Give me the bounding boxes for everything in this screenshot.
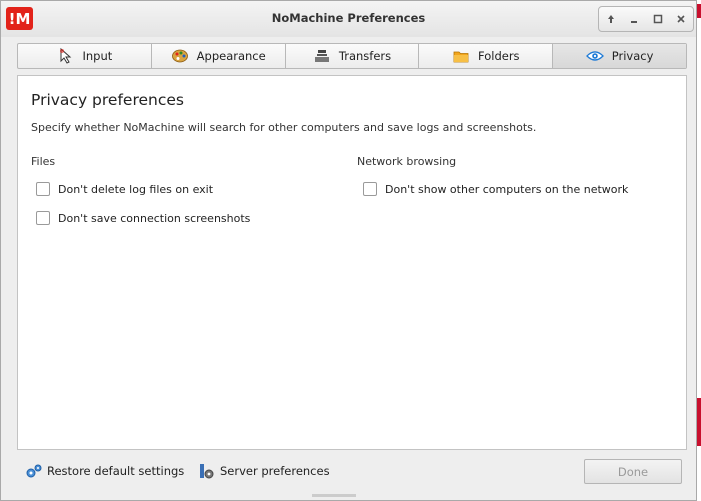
tab-appearance-label: Appearance xyxy=(196,49,266,63)
restore-defaults-button[interactable]: Restore default settings xyxy=(25,463,184,479)
cursor-icon xyxy=(57,48,75,64)
done-button[interactable]: Done xyxy=(584,459,682,484)
palette-icon xyxy=(171,48,189,64)
server-preferences-label: Server preferences xyxy=(220,464,330,478)
gears-icon xyxy=(26,464,42,478)
dont-save-screenshots-label: Don't save connection screenshots xyxy=(58,211,251,225)
dont-delete-logs-option[interactable]: Don't delete log files on exit xyxy=(36,182,213,196)
dont-save-screenshots-option[interactable]: Don't save connection screenshots xyxy=(36,211,250,225)
files-group-title: Files xyxy=(31,155,56,168)
arrow-up-icon xyxy=(607,15,614,23)
eye-icon xyxy=(585,48,604,64)
tab-input[interactable]: Input xyxy=(18,44,152,68)
tab-folders[interactable]: Folders xyxy=(419,44,554,68)
network-group-title: Network browsing xyxy=(357,155,457,168)
dont-show-computers-label: Don't show other computers on the networ… xyxy=(385,182,629,196)
tab-privacy[interactable]: Privacy xyxy=(553,44,686,68)
privacy-panel: Privacy preferences Specify whether NoMa… xyxy=(17,75,687,450)
dont-show-computers-checkbox[interactable] xyxy=(363,182,377,196)
maximize-button[interactable] xyxy=(649,10,667,28)
dont-save-screenshots-checkbox[interactable] xyxy=(36,211,50,225)
dont-delete-logs-label: Don't delete log files on exit xyxy=(58,182,214,196)
background-app-edge-right xyxy=(697,398,701,446)
tab-input-label: Input xyxy=(82,49,113,63)
page-description: Specify whether NoMachine will search fo… xyxy=(31,121,537,134)
tab-transfers-label: Transfers xyxy=(338,49,392,63)
close-button[interactable] xyxy=(672,10,690,28)
folder-icon xyxy=(452,48,470,64)
tab-appearance[interactable]: Appearance xyxy=(152,44,286,68)
keep-above-button[interactable] xyxy=(602,10,620,28)
preferences-window: !M NoMachine Preferences Input Appearanc… xyxy=(0,0,697,501)
close-icon xyxy=(677,15,685,23)
maximize-icon xyxy=(653,14,662,24)
page-title: Privacy preferences xyxy=(31,91,184,109)
minimize-button[interactable] xyxy=(625,10,643,28)
tab-bar: Input Appearance Transfers Folders Priva… xyxy=(17,43,687,69)
dont-delete-logs-checkbox[interactable] xyxy=(36,182,50,196)
restore-defaults-label: Restore default settings xyxy=(47,464,185,478)
transfers-icon xyxy=(313,48,331,64)
server-preferences-button[interactable]: Server preferences xyxy=(198,463,330,479)
tab-transfers[interactable]: Transfers xyxy=(286,44,420,68)
tab-privacy-label: Privacy xyxy=(611,49,654,63)
minimize-icon xyxy=(631,21,638,23)
dont-show-computers-option[interactable]: Don't show other computers on the networ… xyxy=(363,182,628,196)
title-bar[interactable]: !M NoMachine Preferences xyxy=(1,1,696,37)
window-controls xyxy=(598,6,694,32)
taskbar-hint xyxy=(312,494,356,497)
tab-folders-label: Folders xyxy=(478,49,520,63)
window-title: NoMachine Preferences xyxy=(271,11,426,25)
server-gear-icon xyxy=(200,464,214,479)
